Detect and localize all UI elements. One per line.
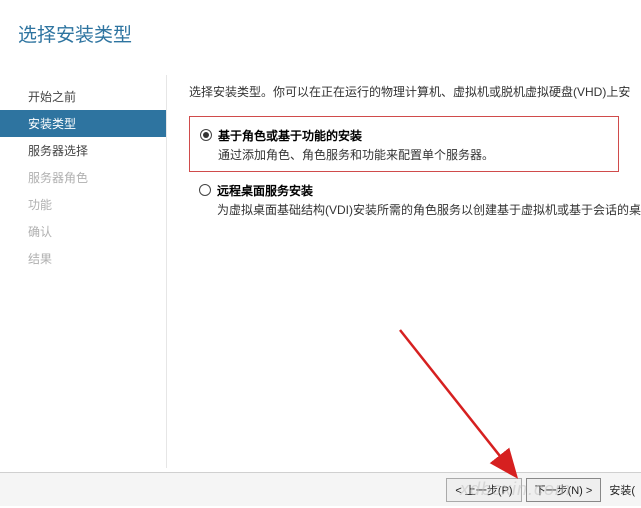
option-title-remote-desktop: 远程桌面服务安装 xyxy=(217,182,313,199)
install-button[interactable]: 安装( xyxy=(609,482,635,498)
sidebar-item-result: 结果 xyxy=(0,245,166,272)
option-role-based[interactable]: 基于角色或基于功能的安装 通过添加角色、角色服务和功能来配置单个服务器。 xyxy=(189,116,619,172)
sidebar-item-server-roles: 服务器角色 xyxy=(0,164,166,191)
page-title: 选择安装类型 xyxy=(0,0,641,47)
sidebar-item-before-start[interactable]: 开始之前 xyxy=(0,83,166,110)
footer: < 上一步(P) 下一步(N) > 安装( xyxy=(0,472,641,506)
option-title-role-based: 基于角色或基于功能的安装 xyxy=(218,127,362,144)
radio-role-based[interactable] xyxy=(200,129,212,141)
option-remote-desktop[interactable]: 远程桌面服务安装 为虚拟桌面基础结构(VDI)安装所需的角色服务以创建基于虚拟机… xyxy=(189,178,641,218)
content-area: 开始之前 安装类型 服务器选择 服务器角色 功能 确认 结果 选择安装类型。你可… xyxy=(0,75,641,468)
intro-text: 选择安装类型。你可以在正在运行的物理计算机、虚拟机或脱机虚拟硬盘(VHD)上安 xyxy=(189,83,641,100)
sidebar-item-features: 功能 xyxy=(0,191,166,218)
prev-button[interactable]: < 上一步(P) xyxy=(446,478,521,502)
sidebar-item-install-type[interactable]: 安装类型 xyxy=(0,110,166,137)
option-desc-remote-desktop: 为虚拟桌面基础结构(VDI)安装所需的角色服务以创建基于虚拟机或基于会话的桌 xyxy=(217,201,641,218)
sidebar: 开始之前 安装类型 服务器选择 服务器角色 功能 确认 结果 xyxy=(0,75,167,468)
sidebar-item-confirm: 确认 xyxy=(0,218,166,245)
next-button[interactable]: 下一步(N) > xyxy=(526,478,602,502)
sidebar-item-server-select[interactable]: 服务器选择 xyxy=(0,137,166,164)
radio-remote-desktop[interactable] xyxy=(199,184,211,196)
main-panel: 选择安装类型。你可以在正在运行的物理计算机、虚拟机或脱机虚拟硬盘(VHD)上安 … xyxy=(167,75,641,468)
option-desc-role-based: 通过添加角色、角色服务和功能来配置单个服务器。 xyxy=(218,146,608,163)
